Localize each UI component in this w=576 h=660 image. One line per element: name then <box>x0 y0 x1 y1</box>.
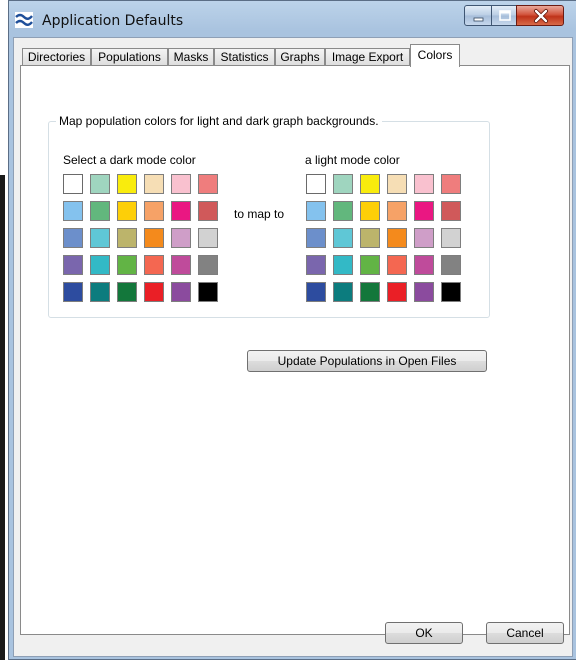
light-swatch-5-4[interactable] <box>387 282 407 302</box>
tab-directories[interactable]: Directories <box>22 48 91 66</box>
light-swatch-5-3[interactable] <box>360 282 380 302</box>
dark-swatch-1-2[interactable] <box>90 174 110 194</box>
dark-swatch-2-2[interactable] <box>90 201 110 221</box>
dark-swatch-3-3[interactable] <box>117 228 137 248</box>
dark-swatch-1-5[interactable] <box>171 174 191 194</box>
light-swatch-4-4[interactable] <box>387 255 407 275</box>
light-swatch-3-4[interactable] <box>387 228 407 248</box>
light-swatch-4-3[interactable] <box>360 255 380 275</box>
dark-swatch-2-3[interactable] <box>117 201 137 221</box>
dark-swatch-5-3[interactable] <box>117 282 137 302</box>
ok-button[interactable]: OK <box>385 622 463 644</box>
light-swatch-2-5[interactable] <box>414 201 434 221</box>
light-swatch-5-2[interactable] <box>333 282 353 302</box>
dark-swatch-5-4[interactable] <box>144 282 164 302</box>
light-swatch-4-2[interactable] <box>333 255 353 275</box>
cancel-button[interactable]: Cancel <box>486 622 564 644</box>
dark-swatch-5-5[interactable] <box>171 282 191 302</box>
dark-swatch-5-2[interactable] <box>90 282 110 302</box>
maximize-button[interactable] <box>491 5 517 26</box>
dark-swatch-4-1[interactable] <box>63 255 83 275</box>
dark-swatch-3-6[interactable] <box>198 228 218 248</box>
light-swatch-4-6[interactable] <box>441 255 461 275</box>
light-swatch-5-1[interactable] <box>306 282 326 302</box>
light-swatch-3-1[interactable] <box>306 228 326 248</box>
maximize-icon <box>499 10 511 21</box>
dark-swatch-3-2[interactable] <box>90 228 110 248</box>
light-swatch-2-6[interactable] <box>441 201 461 221</box>
dark-swatch-3-5[interactable] <box>171 228 191 248</box>
light-swatch-3-5[interactable] <box>414 228 434 248</box>
dark-swatch-3-1[interactable] <box>63 228 83 248</box>
dark-swatch-5-6[interactable] <box>198 282 218 302</box>
dark-swatch-2-5[interactable] <box>171 201 191 221</box>
light-swatch-1-6[interactable] <box>441 174 461 194</box>
dark-swatch-2-1[interactable] <box>63 201 83 221</box>
light-mode-label: a light mode color <box>305 153 400 167</box>
light-swatch-1-4[interactable] <box>387 174 407 194</box>
tab-graphs[interactable]: Graphs <box>275 48 325 66</box>
light-swatch-3-6[interactable] <box>441 228 461 248</box>
window-edge-shadow <box>0 175 5 660</box>
light-swatch-2-1[interactable] <box>306 201 326 221</box>
dark-swatch-4-4[interactable] <box>144 255 164 275</box>
light-swatch-5-6[interactable] <box>441 282 461 302</box>
application-defaults-window: Application Defaults Directories Populat… <box>8 0 576 660</box>
close-icon <box>534 9 548 23</box>
light-swatch-4-1[interactable] <box>306 255 326 275</box>
dark-mode-label: Select a dark mode color <box>63 153 196 167</box>
dark-swatch-4-3[interactable] <box>117 255 137 275</box>
light-swatch-1-5[interactable] <box>414 174 434 194</box>
title-bar[interactable]: Application Defaults <box>9 1 576 37</box>
dark-swatch-1-4[interactable] <box>144 174 164 194</box>
tab-statistics[interactable]: Statistics <box>214 48 275 66</box>
tab-populations[interactable]: Populations <box>91 48 168 66</box>
tab-colors[interactable]: Colors <box>410 44 460 67</box>
dark-swatch-1-6[interactable] <box>198 174 218 194</box>
light-swatch-5-5[interactable] <box>414 282 434 302</box>
colors-tab-panel: Map population colors for light and dark… <box>20 65 570 635</box>
group-title: Map population colors for light and dark… <box>56 114 382 128</box>
window-title: Application Defaults <box>42 13 184 29</box>
light-swatch-3-2[interactable] <box>333 228 353 248</box>
light-swatch-1-1[interactable] <box>306 174 326 194</box>
light-swatch-3-3[interactable] <box>360 228 380 248</box>
dark-swatch-3-4[interactable] <box>144 228 164 248</box>
minimize-button[interactable] <box>464 5 492 26</box>
dark-swatch-4-5[interactable] <box>171 255 191 275</box>
tab-masks[interactable]: Masks <box>168 48 214 66</box>
dark-swatch-4-6[interactable] <box>198 255 218 275</box>
dark-swatch-5-1[interactable] <box>63 282 83 302</box>
light-swatch-2-4[interactable] <box>387 201 407 221</box>
waves-icon <box>15 12 33 28</box>
tab-image-export[interactable]: Image Export <box>325 48 410 66</box>
dialog-body: Directories Populations Masks Statistics… <box>13 37 573 657</box>
dark-swatch-2-4[interactable] <box>144 201 164 221</box>
light-swatch-1-2[interactable] <box>333 174 353 194</box>
dark-swatch-1-3[interactable] <box>117 174 137 194</box>
map-to-label: to map to <box>234 207 285 221</box>
update-populations-button[interactable]: Update Populations in Open Files <box>247 350 487 372</box>
dark-swatch-4-2[interactable] <box>90 255 110 275</box>
light-swatch-2-3[interactable] <box>360 201 380 221</box>
close-button[interactable] <box>516 5 564 26</box>
light-swatch-2-2[interactable] <box>333 201 353 221</box>
minimize-icon <box>473 17 484 22</box>
dark-swatch-2-6[interactable] <box>198 201 218 221</box>
light-swatch-1-3[interactable] <box>360 174 380 194</box>
light-swatch-4-5[interactable] <box>414 255 434 275</box>
dark-swatch-1-1[interactable] <box>63 174 83 194</box>
